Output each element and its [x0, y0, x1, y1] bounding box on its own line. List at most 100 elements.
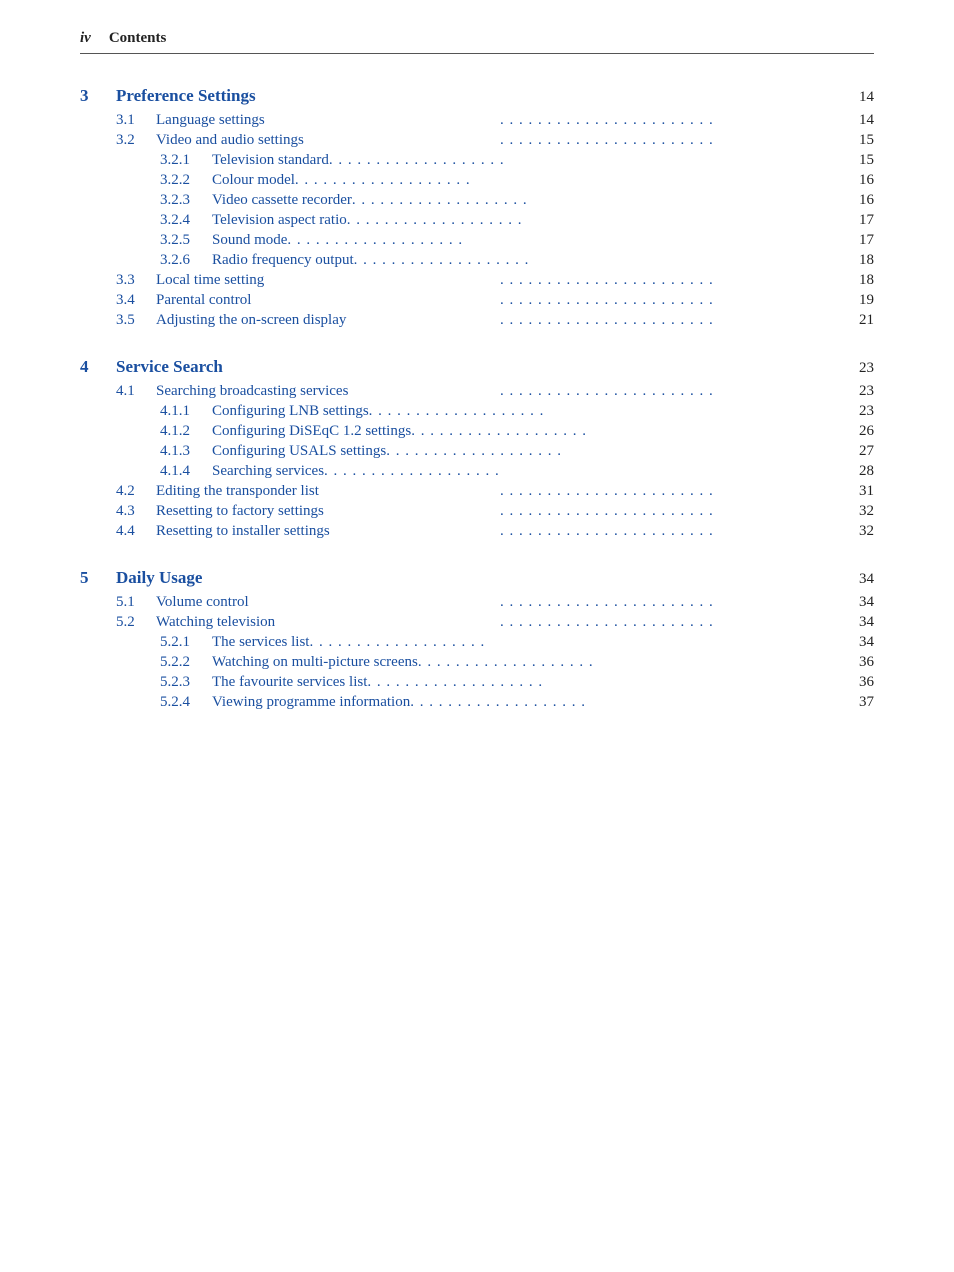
subsection-3.2: 3.2Video and audio settings . . . . . . …	[80, 132, 874, 149]
subsubsection-3.2.2: 3.2.2Colour model . . . . . . . . . . . …	[80, 172, 874, 189]
sub-dots-3.4: . . . . . . . . . . . . . . . . . . . . …	[500, 292, 844, 309]
subsub-dots-3.2.3: . . . . . . . . . . . . . . . . . . .	[352, 192, 844, 209]
sub-page-4.4: 32	[844, 523, 874, 540]
section-num-5: 5	[80, 568, 116, 588]
subsub-page-3.2.2: 16	[844, 172, 874, 189]
section-page-3: 14	[844, 89, 874, 106]
subsub-page-3.2.5: 17	[844, 232, 874, 249]
toc-container: 3Preference Settings14 3.1Language settin…	[80, 86, 874, 711]
section-5: 5Daily Usage345.1Volume control . . . . …	[80, 568, 874, 711]
subsub-title-3.2.1: Television standard	[212, 152, 329, 169]
subsubsection-4.1.3: 4.1.3Configuring USALS settings . . . . …	[80, 443, 874, 460]
subsection-4.2: 4.2Editing the transponder list . . . . …	[80, 483, 874, 500]
subsub-num-3.2.6: 3.2.6	[160, 252, 212, 269]
subsection-3.5: 3.5Adjusting the on-screen display . . .…	[80, 312, 874, 329]
sub-dots-4.1: . . . . . . . . . . . . . . . . . . . . …	[500, 383, 844, 400]
sub-title-3.1: Language settings	[156, 112, 500, 129]
subsub-page-4.1.3: 27	[844, 443, 874, 460]
subsub-dots-3.2.5: . . . . . . . . . . . . . . . . . . .	[287, 232, 844, 249]
sub-title-5.1: Volume control	[156, 594, 500, 611]
subsub-dots-3.2.4: . . . . . . . . . . . . . . . . . . .	[347, 212, 844, 229]
subsub-title-3.2.4: Television aspect ratio	[212, 212, 347, 229]
subsubsection-4.1.2: 4.1.2Configuring DiSEqC 1.2 settings . .…	[80, 423, 874, 440]
subsub-num-4.1.3: 4.1.3	[160, 443, 212, 460]
subsub-page-3.2.3: 16	[844, 192, 874, 209]
subsub-dots-4.1.4: . . . . . . . . . . . . . . . . . . .	[324, 463, 844, 480]
sub-dots-5.1: . . . . . . . . . . . . . . . . . . . . …	[500, 594, 844, 611]
subsub-num-3.2.5: 3.2.5	[160, 232, 212, 249]
sub-page-3.1: 14	[844, 112, 874, 129]
subsubsection-5.2.3: 5.2.3The favourite services list . . . .…	[80, 674, 874, 691]
sub-page-3.5: 21	[844, 312, 874, 329]
sub-title-3.4: Parental control	[156, 292, 500, 309]
sub-num-5.1: 5.1	[116, 594, 156, 611]
subsub-num-3.2.1: 3.2.1	[160, 152, 212, 169]
subsub-title-5.2.1: The services list	[212, 634, 309, 651]
subsubsection-4.1.4: 4.1.4Searching services . . . . . . . . …	[80, 463, 874, 480]
subsection-5.2: 5.2Watching television . . . . . . . . .…	[80, 614, 874, 631]
subsection-4.1: 4.1Searching broadcasting services . . .…	[80, 383, 874, 400]
sub-num-4.4: 4.4	[116, 523, 156, 540]
sub-title-3.5: Adjusting the on-screen display	[156, 312, 500, 329]
subsection-3.3: 3.3Local time setting . . . . . . . . . …	[80, 272, 874, 289]
subsubsection-4.1.1: 4.1.1Configuring LNB settings . . . . . …	[80, 403, 874, 420]
section-title-4: Service Search	[116, 357, 844, 377]
subsub-title-4.1.4: Searching services	[212, 463, 324, 480]
subsub-dots-3.2.6: . . . . . . . . . . . . . . . . . . .	[354, 252, 844, 269]
subsub-page-3.2.6: 18	[844, 252, 874, 269]
subsub-dots-5.2.2: . . . . . . . . . . . . . . . . . . .	[418, 654, 844, 671]
sub-page-3.2: 15	[844, 132, 874, 149]
subsub-title-4.1.3: Configuring USALS settings	[212, 443, 386, 460]
subsub-title-5.2.4: Viewing programme information	[212, 694, 410, 711]
subsubsection-5.2.1: 5.2.1The services list . . . . . . . . .…	[80, 634, 874, 651]
subsection-4.4: 4.4Resetting to installer settings . . .…	[80, 523, 874, 540]
section-title-3: Preference Settings	[116, 86, 844, 106]
sub-title-5.2: Watching television	[156, 614, 500, 631]
sub-title-4.2: Editing the transponder list	[156, 483, 500, 500]
subsub-title-5.2.3: The favourite services list	[212, 674, 367, 691]
sub-num-4.2: 4.2	[116, 483, 156, 500]
subsub-num-3.2.4: 3.2.4	[160, 212, 212, 229]
subsub-dots-3.2.1: . . . . . . . . . . . . . . . . . . .	[329, 152, 844, 169]
sub-page-3.4: 19	[844, 292, 874, 309]
section-heading-4: 4Service Search23	[80, 357, 874, 377]
subsub-title-3.2.6: Radio frequency output	[212, 252, 354, 269]
subsub-page-4.1.2: 26	[844, 423, 874, 440]
sub-title-4.4: Resetting to installer settings	[156, 523, 500, 540]
subsub-dots-4.1.2: . . . . . . . . . . . . . . . . . . .	[411, 423, 844, 440]
section-num-4: 4	[80, 357, 116, 377]
subsection-5.1: 5.1Volume control . . . . . . . . . . . …	[80, 594, 874, 611]
subsub-num-4.1.4: 4.1.4	[160, 463, 212, 480]
sub-dots-4.3: . . . . . . . . . . . . . . . . . . . . …	[500, 503, 844, 520]
subsub-page-5.2.4: 37	[844, 694, 874, 711]
subsub-title-3.2.2: Colour model	[212, 172, 295, 189]
section-page-4: 23	[844, 360, 874, 377]
subsection-3.4: 3.4Parental control . . . . . . . . . . …	[80, 292, 874, 309]
subsub-dots-5.2.3: . . . . . . . . . . . . . . . . . . .	[367, 674, 844, 691]
section-title-5: Daily Usage	[116, 568, 844, 588]
subsub-title-4.1.2: Configuring DiSEqC 1.2 settings	[212, 423, 411, 440]
sub-num-3.1: 3.1	[116, 112, 156, 129]
subsub-title-5.2.2: Watching on multi-picture screens	[212, 654, 418, 671]
sub-page-3.3: 18	[844, 272, 874, 289]
sub-dots-3.3: . . . . . . . . . . . . . . . . . . . . …	[500, 272, 844, 289]
subsub-page-4.1.4: 28	[844, 463, 874, 480]
subsub-page-3.2.4: 17	[844, 212, 874, 229]
subsub-page-5.2.2: 36	[844, 654, 874, 671]
subsub-num-4.1.2: 4.1.2	[160, 423, 212, 440]
subsub-num-5.2.2: 5.2.2	[160, 654, 212, 671]
sub-page-5.1: 34	[844, 594, 874, 611]
sub-page-4.2: 31	[844, 483, 874, 500]
subsub-page-3.2.1: 15	[844, 152, 874, 169]
subsub-num-5.2.4: 5.2.4	[160, 694, 212, 711]
sub-dots-5.2: . . . . . . . . . . . . . . . . . . . . …	[500, 614, 844, 631]
section-num-3: 3	[80, 86, 116, 106]
sub-dots-3.5: . . . . . . . . . . . . . . . . . . . . …	[500, 312, 844, 329]
subsub-page-5.2.3: 36	[844, 674, 874, 691]
sub-dots-3.2: . . . . . . . . . . . . . . . . . . . . …	[500, 132, 844, 149]
subsub-num-5.2.3: 5.2.3	[160, 674, 212, 691]
section-page-5: 34	[844, 571, 874, 588]
subsubsection-3.2.1: 3.2.1Television standard . . . . . . . .…	[80, 152, 874, 169]
sub-num-4.3: 4.3	[116, 503, 156, 520]
sub-title-3.3: Local time setting	[156, 272, 500, 289]
